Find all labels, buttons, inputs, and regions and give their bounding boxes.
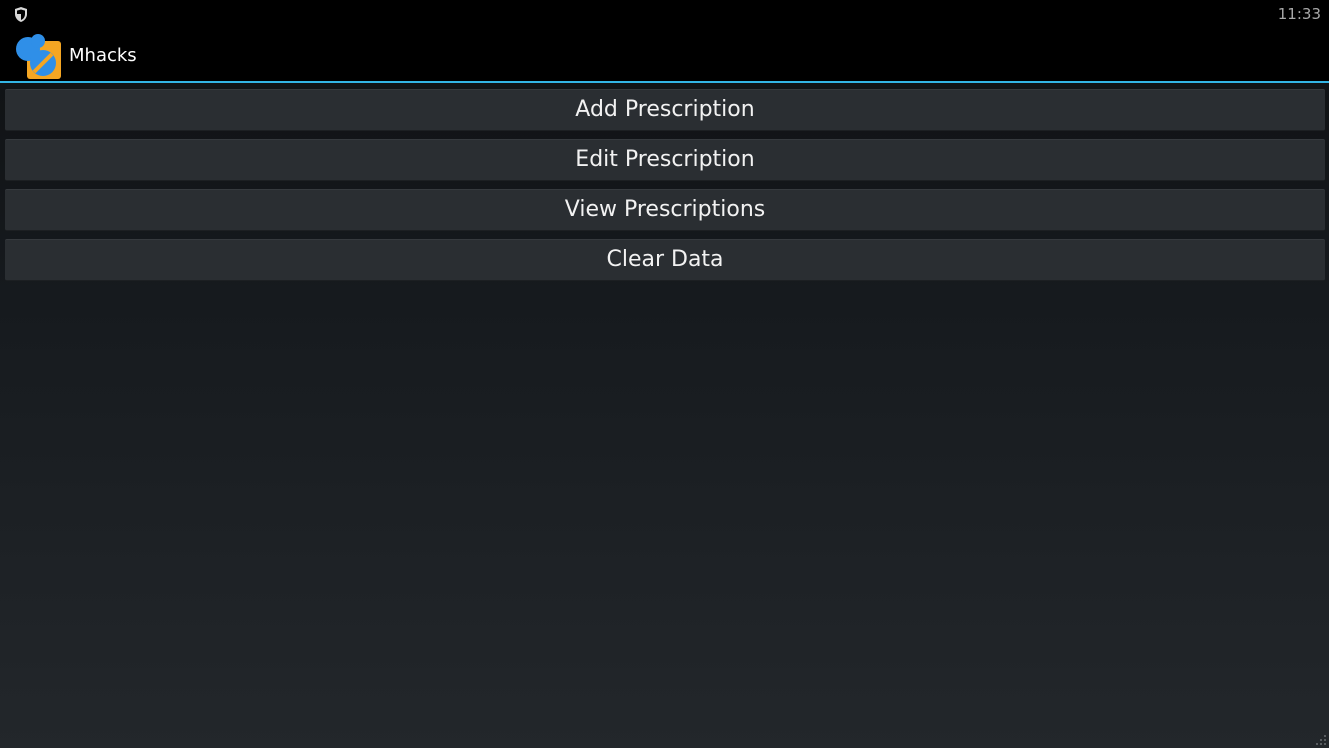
edit-prescription-button[interactable]: Edit Prescription — [5, 139, 1325, 181]
view-prescriptions-button[interactable]: View Prescriptions — [5, 189, 1325, 231]
pill-bottle-icon[interactable] — [13, 31, 63, 81]
status-time: 11:33 — [1277, 5, 1321, 23]
prescription-menu: Add Prescription Edit Prescription View … — [5, 89, 1325, 289]
app-screen: 11:33 Mhacks Add Prescription Edit Presc… — [0, 0, 1329, 748]
app-title: Mhacks — [69, 45, 137, 66]
action-bar: Mhacks — [0, 28, 1329, 83]
shield-icon — [15, 7, 27, 22]
add-prescription-button[interactable]: Add Prescription — [5, 89, 1325, 131]
clear-data-button[interactable]: Clear Data — [5, 239, 1325, 281]
status-bar: 11:33 — [0, 0, 1329, 28]
resize-grip-icon[interactable] — [1315, 734, 1327, 746]
